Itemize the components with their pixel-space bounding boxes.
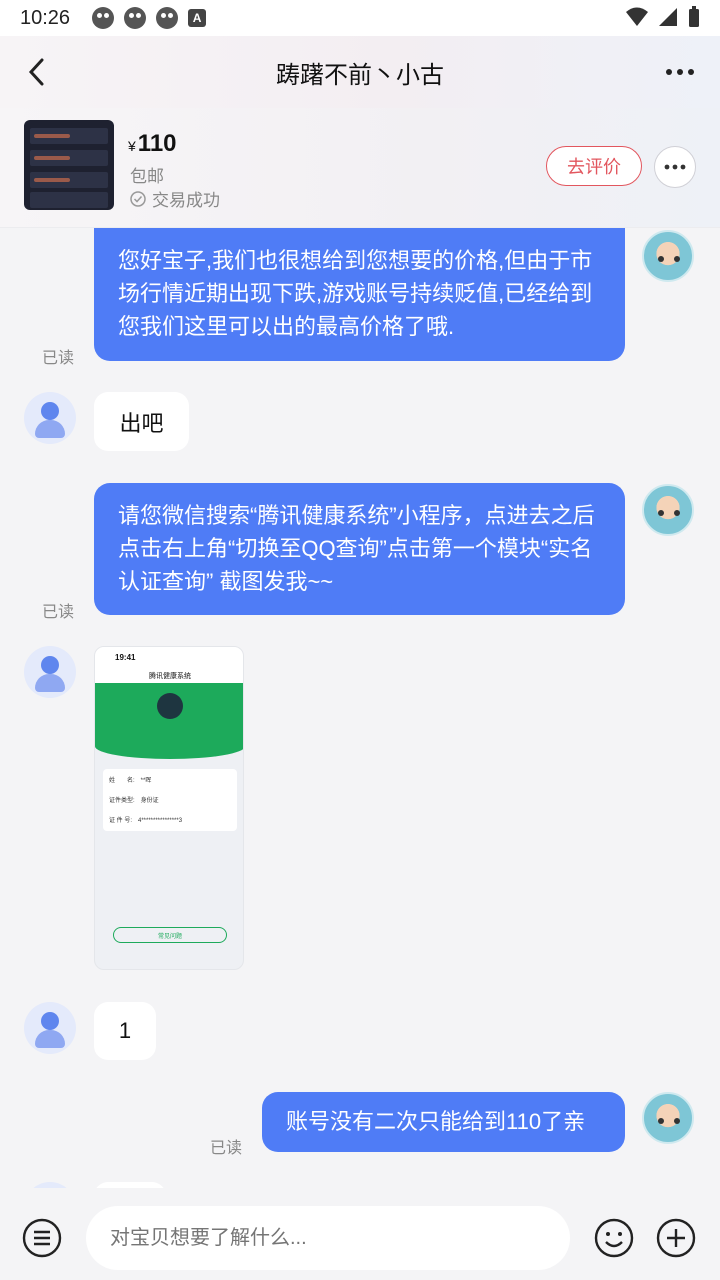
plus-circle-icon	[656, 1218, 696, 1258]
message-input[interactable]	[86, 1206, 570, 1270]
emoji-button[interactable]	[594, 1218, 634, 1258]
message-bubble-sent[interactable]: 账号没有二次只能给到110了亲	[262, 1092, 625, 1152]
my-avatar[interactable]	[642, 230, 694, 282]
chat-messages[interactable]: 您好宝子,我们也很想给到您想要的价格,但由于市场行情近期出现下跌,游戏账号持续贬…	[0, 228, 720, 1188]
status-time: 10:26	[20, 6, 71, 29]
app-notification-icon	[156, 7, 179, 29]
message-bubble-received[interactable]: 出吧	[94, 392, 189, 451]
message-bubble-sent[interactable]: 您好宝子,我们也很想给到您想要的价格,但由于市场行情近期出现下跌,游戏账号持续贬…	[94, 228, 625, 361]
more-options-button[interactable]	[660, 52, 700, 92]
notification-icons: A	[92, 7, 207, 29]
contact-avatar[interactable]	[24, 1002, 76, 1054]
contact-avatar[interactable]	[24, 646, 76, 698]
message-bubble-received[interactable]: 1	[94, 1002, 156, 1060]
message-bubble-sent[interactable]: 请您微信搜索“腾讯健康系统”小程序，点进去之后点击右上角“切换至QQ查询”点击第…	[94, 483, 625, 615]
image-message[interactable]: 19:41 腾讯健康系统 姓 名: **晖 证件类型: 身份证 证 件 号: 4…	[94, 646, 244, 970]
screenshot-row: 证 件 号: 4****************3	[109, 818, 183, 824]
product-card[interactable]: ¥110 包邮 交易成功 去评价	[0, 108, 720, 228]
smiley-icon	[594, 1218, 634, 1258]
read-receipt: 已读	[42, 350, 75, 367]
app-notification-icon	[92, 7, 115, 29]
battery-icon	[689, 6, 699, 27]
more-dots-icon	[666, 69, 694, 75]
more-dots-icon	[664, 164, 686, 170]
app-notification-icon	[124, 7, 147, 29]
product-more-button[interactable]	[654, 146, 696, 188]
screenshot-row: 证件类型: 身份证	[109, 798, 159, 804]
screenshot-time: 19:41	[115, 653, 136, 662]
add-button[interactable]	[656, 1218, 696, 1258]
a-notification-icon: A	[188, 9, 207, 27]
screenshot-faq-button: 常见问题	[113, 927, 227, 943]
screenshot-title: 腾讯健康系统	[149, 673, 191, 680]
screenshot-avatar	[157, 693, 183, 719]
system-status-icons	[626, 6, 700, 28]
review-button[interactable]: 去评价	[546, 146, 642, 186]
wifi-icon	[626, 7, 648, 26]
shipping-label: 包邮	[130, 167, 164, 186]
trade-status: 交易成功	[130, 186, 220, 211]
product-price: ¥110	[128, 130, 177, 157]
menu-button[interactable]	[22, 1218, 62, 1258]
signal-icon	[659, 8, 677, 26]
check-circle-icon	[130, 190, 146, 207]
product-thumbnail[interactable]	[24, 120, 114, 210]
menu-icon	[22, 1218, 62, 1258]
status-bar: 10:26 A	[0, 0, 720, 36]
back-button[interactable]	[16, 50, 56, 94]
screenshot-row: 姓 名: **晖	[109, 778, 152, 784]
read-receipt: 已读	[42, 604, 75, 621]
read-receipt: 已读	[210, 1140, 243, 1157]
input-bar	[0, 1188, 720, 1280]
contact-avatar[interactable]	[24, 392, 76, 444]
page-title: 踌躇不前丶小古	[276, 61, 444, 89]
my-avatar[interactable]	[642, 1092, 694, 1144]
screenshot-info-card: 姓 名: **晖 证件类型: 身份证 证 件 号: 4*************…	[103, 769, 237, 831]
my-avatar[interactable]	[642, 484, 694, 536]
chat-header: 踌躇不前丶小古	[0, 36, 720, 108]
chevron-left-icon	[28, 58, 44, 86]
